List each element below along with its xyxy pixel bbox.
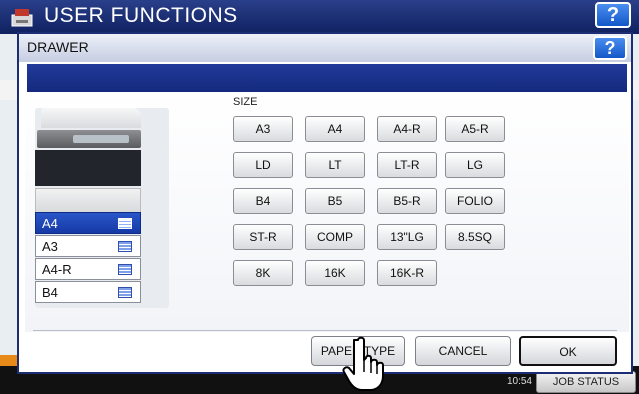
- drawer-dialog: DRAWER ? A4 A3 A4-R B4 SIZE A3 A4 A4-R A…: [17, 32, 633, 374]
- help-button[interactable]: ?: [595, 2, 631, 28]
- paper-icon: [118, 241, 132, 252]
- drawer-list: A4 A3 A4-R B4: [35, 212, 141, 304]
- size-button-b4[interactable]: B4: [233, 188, 293, 214]
- printer-illustration: A4 A3 A4-R B4: [35, 108, 169, 308]
- size-button-a5-r[interactable]: A5-R: [445, 116, 505, 142]
- size-button-8-5sq[interactable]: 8.5SQ: [445, 224, 505, 250]
- screen-title: USER FUNCTIONS: [44, 4, 238, 27]
- size-button-16k-r[interactable]: 16K-R: [377, 260, 437, 286]
- cancel-button[interactable]: CANCEL: [415, 336, 511, 366]
- paper-icon: [118, 218, 132, 229]
- dialog-title: DRAWER: [27, 39, 89, 55]
- paper-icon: [118, 264, 132, 275]
- printer-door: [35, 188, 141, 214]
- printer-top: [41, 108, 141, 128]
- size-button-a4-r[interactable]: A4-R: [377, 116, 437, 142]
- drawer-3[interactable]: A4-R: [35, 258, 141, 280]
- size-button-ld[interactable]: LD: [233, 152, 293, 178]
- printer-control-panel: [37, 130, 141, 148]
- size-button-folio[interactable]: FOLIO: [445, 188, 505, 214]
- ok-button[interactable]: OK: [519, 336, 617, 366]
- size-button-st-r[interactable]: ST-R: [233, 224, 293, 250]
- size-button-a4[interactable]: A4: [305, 116, 365, 142]
- top-bar: USER FUNCTIONS ?: [0, 0, 639, 34]
- drawer-2[interactable]: A3: [35, 235, 141, 257]
- divider: [33, 330, 617, 331]
- drawer-4[interactable]: B4: [35, 281, 141, 303]
- size-button-comp[interactable]: COMP: [305, 224, 365, 250]
- user-functions-icon: [11, 9, 33, 27]
- size-button-lg[interactable]: LG: [445, 152, 505, 178]
- paper-icon: [118, 287, 132, 298]
- drawer-label: A3: [42, 239, 58, 254]
- drawer-label: A4-R: [42, 262, 72, 277]
- size-button-a3[interactable]: A3: [233, 116, 293, 142]
- job-status-button[interactable]: JOB STATUS: [536, 371, 636, 393]
- drawer-label: B4: [42, 285, 58, 300]
- size-button-8k[interactable]: 8K: [233, 260, 293, 286]
- clock: 10:54: [506, 376, 532, 387]
- size-button-lt[interactable]: LT: [305, 152, 365, 178]
- size-button-13lg[interactable]: 13"LG: [377, 224, 437, 250]
- drawer-1[interactable]: A4: [35, 212, 141, 234]
- hand-pointer-icon: [342, 336, 384, 391]
- dialog-content: A4 A3 A4-R B4 SIZE A3 A4 A4-R A5-R LD LT…: [25, 92, 629, 332]
- drawer-label: A4: [42, 216, 58, 231]
- size-label: SIZE: [233, 96, 258, 108]
- dialog-header: DRAWER ?: [19, 34, 631, 62]
- size-button-b5-r[interactable]: B5-R: [377, 188, 437, 214]
- printer-body: [35, 150, 141, 186]
- dialog-banner: [27, 64, 627, 92]
- dialog-help-button[interactable]: ?: [593, 36, 627, 60]
- size-button-b5[interactable]: B5: [305, 188, 365, 214]
- size-button-lt-r[interactable]: LT-R: [377, 152, 437, 178]
- size-button-16k[interactable]: 16K: [305, 260, 365, 286]
